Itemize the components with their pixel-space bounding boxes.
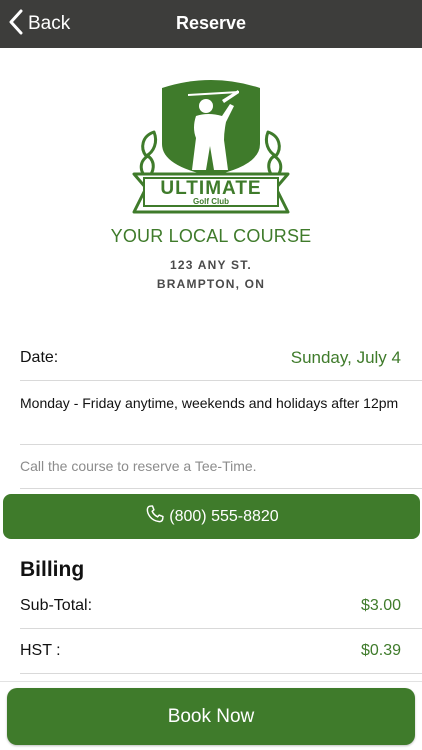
hst-label: HST : [20, 642, 61, 659]
divider [20, 628, 422, 629]
subtotal-label: Sub-Total: [20, 597, 93, 614]
billing-heading: Billing [20, 558, 85, 581]
date-value[interactable]: Sunday, July 4 [291, 348, 401, 368]
book-now-button[interactable]: Book Now [7, 688, 415, 745]
subtotal-value: $3.00 [360, 597, 401, 614]
divider [20, 380, 422, 381]
divider [20, 673, 422, 674]
book-now-label: Book Now [167, 705, 255, 727]
phone-number: (800) 555-8820 [169, 507, 279, 525]
page-title: Reserve [175, 13, 247, 33]
reservation-note: Call the course to reserve a Tee-Time. [20, 458, 257, 474]
hst-value: $0.39 [360, 642, 401, 659]
tee-time-policy: Monday - Friday anytime, weekends and ho… [20, 395, 399, 411]
call-course-button[interactable]: (800) 555-8820 [3, 494, 420, 539]
logo-text-golf-club: Golf Club [193, 197, 229, 206]
golf-club-logo: ULTIMATE Golf Club [126, 74, 296, 218]
course-name: YOUR LOCAL COURSE [110, 226, 312, 246]
navigation-bar: Back Reserve [0, 0, 422, 48]
phone-icon [144, 503, 169, 530]
divider [20, 444, 422, 445]
divider [20, 488, 422, 489]
logo-text-ultimate: ULTIMATE [160, 178, 261, 199]
address-line-1: 123 ANY ST. [170, 258, 252, 272]
address-line-2: BRAMPTON, ON [156, 277, 266, 291]
